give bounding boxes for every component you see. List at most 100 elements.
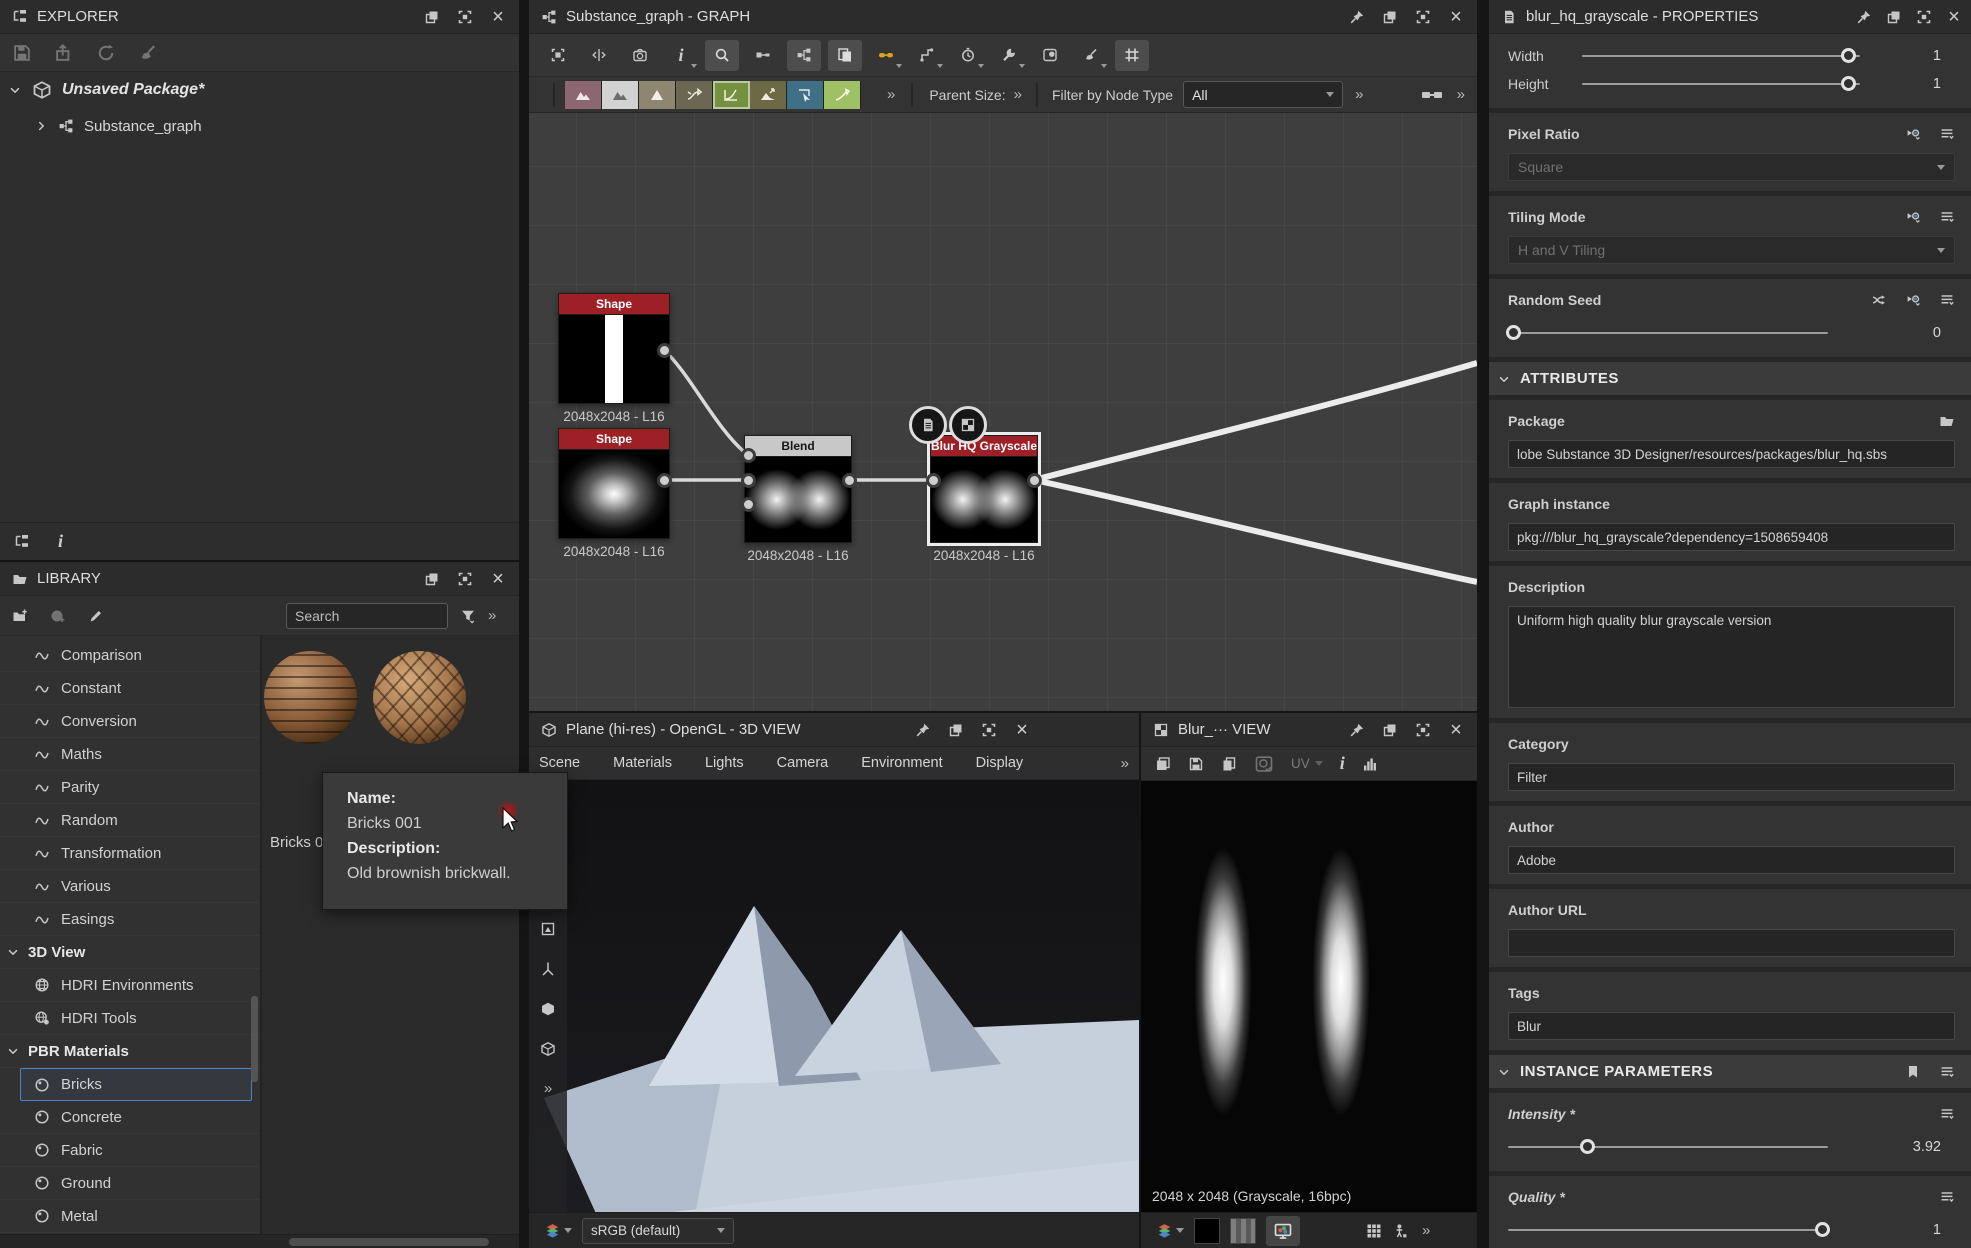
- filter-chip-grayscale-icon[interactable]: [602, 81, 639, 109]
- filter-chip-vector-icon[interactable]: [824, 81, 861, 109]
- copy-image-icon[interactable]: [1221, 756, 1237, 772]
- menu-camera[interactable]: Camera: [777, 755, 850, 771]
- float-window-button[interactable]: [423, 8, 441, 26]
- menu-display[interactable]: Display: [976, 755, 1045, 771]
- output-connector[interactable]: [1027, 473, 1042, 488]
- list-scrollbar[interactable]: [251, 996, 258, 1082]
- filter-presets-icon[interactable]: [50, 608, 66, 624]
- save-icon[interactable]: [12, 43, 32, 63]
- intensity-slider[interactable]: [1508, 1146, 1828, 1148]
- straight-links-button[interactable]: [869, 40, 903, 71]
- geometry-cube-button[interactable]: [533, 994, 563, 1024]
- timings-button[interactable]: [951, 40, 985, 71]
- pin-icon[interactable]: [914, 721, 932, 739]
- background-color-swatch[interactable]: [1194, 1218, 1220, 1244]
- library-item-parity[interactable]: Parity: [0, 771, 260, 804]
- material-thumbnail-bricks-005[interactable]: [373, 651, 466, 744]
- axis-widget-button[interactable]: [533, 954, 563, 984]
- maximize-button[interactable]: [456, 8, 474, 26]
- library-item-concrete[interactable]: Concrete: [0, 1101, 260, 1134]
- instance-parameters-section-header[interactable]: INSTANCE PARAMETERS: [1489, 1055, 1971, 1088]
- filter-chip-height-arrow-icon[interactable]: [750, 81, 787, 109]
- tags-field[interactable]: Blur: [1508, 1012, 1955, 1040]
- view2d-canvas[interactable]: 2048 x 2048 (Grayscale, 16bpc): [1141, 781, 1477, 1212]
- category-field[interactable]: Filter: [1508, 763, 1955, 791]
- tree-item-graph[interactable]: Substance_graph: [0, 108, 519, 144]
- physical-size-icon[interactable]: [1392, 1223, 1408, 1239]
- link-transform-button[interactable]: [746, 40, 780, 71]
- menu-scene[interactable]: Scene: [539, 755, 601, 771]
- pin-icon[interactable]: [1348, 721, 1366, 739]
- function-link-icon[interactable]: [1905, 209, 1921, 225]
- filter-icon[interactable]: [460, 608, 476, 624]
- add-folder-icon[interactable]: [12, 608, 28, 624]
- float-window-button[interactable]: [947, 721, 965, 739]
- function-link-icon[interactable]: [1905, 126, 1921, 142]
- search-button[interactable]: [705, 40, 739, 71]
- display-settings-button[interactable]: [533, 914, 563, 944]
- library-item-ground[interactable]: Ground: [0, 1167, 260, 1200]
- description-field[interactable]: Uniform high quality blur grayscale vers…: [1508, 606, 1955, 708]
- node-type-dropdown[interactable]: All: [1183, 81, 1343, 108]
- parent-size-expand-icon[interactable]: »: [1014, 86, 1022, 103]
- input-connector[interactable]: [741, 497, 756, 512]
- background-image-icon[interactable]: [1254, 754, 1274, 774]
- menu-lights[interactable]: Lights: [705, 755, 765, 771]
- more-icon[interactable]: »: [488, 607, 496, 624]
- float-window-button[interactable]: [1381, 721, 1399, 739]
- library-item-easings[interactable]: Easings: [0, 903, 260, 936]
- menu-materials[interactable]: Materials: [613, 755, 693, 771]
- close-icon[interactable]: ×: [489, 8, 507, 26]
- library-item-comparison[interactable]: Comparison: [0, 639, 260, 672]
- filter-chip-scatter-icon[interactable]: [676, 81, 713, 109]
- close-icon[interactable]: ×: [1013, 721, 1031, 739]
- more-icon[interactable]: »: [1355, 86, 1363, 103]
- color-layers-icon[interactable]: [1157, 1223, 1184, 1239]
- tree-item-package[interactable]: Unsaved Package*: [0, 72, 519, 108]
- more-icon[interactable]: »: [1457, 86, 1465, 103]
- more-icon[interactable]: »: [1422, 1222, 1430, 1239]
- input-connector[interactable]: [926, 473, 941, 488]
- parameter-menu-icon[interactable]: [1939, 209, 1955, 225]
- close-icon[interactable]: ×: [1945, 8, 1963, 26]
- display-channels-button[interactable]: [1266, 1216, 1300, 1246]
- clean-graph-button[interactable]: [1074, 40, 1108, 71]
- float-window-button[interactable]: [1381, 8, 1399, 26]
- reload-icon[interactable]: [96, 43, 116, 63]
- library-item-hdri-tools[interactable]: HDRI Tools: [0, 1002, 260, 1035]
- open-folder-icon[interactable]: [1939, 413, 1955, 429]
- shuffle-icon[interactable]: [1871, 292, 1887, 308]
- parameter-menu-icon[interactable]: [1939, 1189, 1955, 1205]
- library-item-bricks[interactable]: Bricks: [20, 1068, 252, 1101]
- edit-pencil-icon[interactable]: [88, 608, 104, 624]
- parameter-menu-icon[interactable]: [1939, 292, 1955, 308]
- author-field[interactable]: Adobe: [1508, 846, 1955, 874]
- preset-bookmark-icon[interactable]: [1905, 1064, 1921, 1080]
- library-item-hdri-environments[interactable]: HDRI Environments: [0, 969, 260, 1002]
- info-mode-button[interactable]: i: [664, 40, 698, 71]
- search-input[interactable]: [286, 603, 448, 629]
- tools-wrench-button[interactable]: [992, 40, 1026, 71]
- material-thumbnail-bricks-001[interactable]: [264, 651, 357, 744]
- input-connector[interactable]: [741, 448, 756, 463]
- colorspace-dropdown[interactable]: sRGB (default): [582, 1218, 734, 1244]
- parameter-menu-icon[interactable]: [1939, 126, 1955, 142]
- library-item-maths[interactable]: Maths: [0, 738, 260, 771]
- parameter-menu-icon[interactable]: [1939, 1064, 1955, 1080]
- node-shape-2[interactable]: Shape 2048x2048 - L16: [558, 428, 670, 539]
- library-item-various[interactable]: Various: [0, 870, 260, 903]
- library-item-fabric[interactable]: Fabric: [0, 1134, 260, 1167]
- float-window-button[interactable]: [423, 570, 441, 588]
- output-connector[interactable]: [657, 473, 672, 488]
- width-slider[interactable]: [1582, 55, 1860, 57]
- pixel-ratio-dropdown[interactable]: Square: [1508, 153, 1955, 181]
- pin-icon[interactable]: [1348, 8, 1366, 26]
- library-item-random[interactable]: Random: [0, 804, 260, 837]
- input-connector[interactable]: [741, 473, 756, 488]
- graph-instance-field[interactable]: pkg:///blur_hq_grayscale?dependency=1508…: [1508, 523, 1955, 551]
- library-item-transformation[interactable]: Transformation: [0, 837, 260, 870]
- maximize-button[interactable]: [1915, 8, 1933, 26]
- maximize-button[interactable]: [1414, 721, 1432, 739]
- view3d-viewport[interactable]: »: [529, 780, 1139, 1212]
- output-connector[interactable]: [657, 343, 672, 358]
